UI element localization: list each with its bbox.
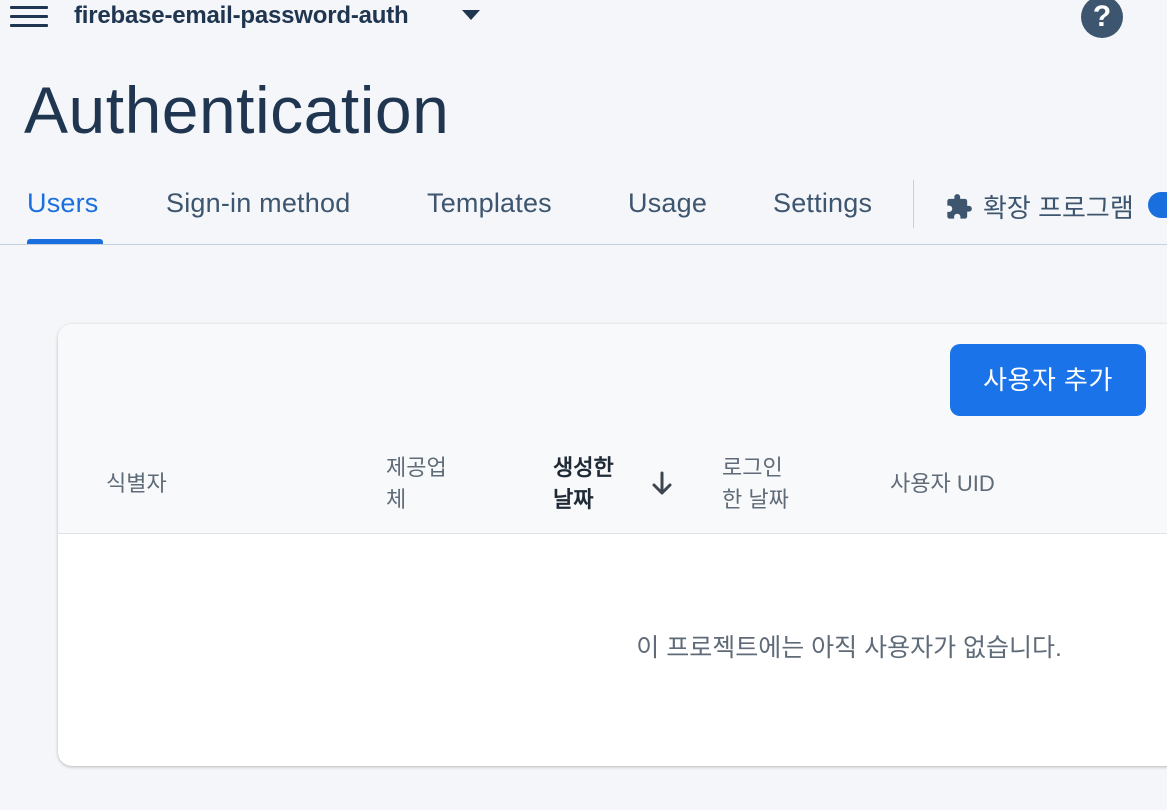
column-header-line: 제공업 (386, 455, 447, 480)
column-header-line: 생성한 (553, 455, 614, 480)
tab-extensions[interactable]: 확장 프로그램 (945, 188, 1134, 225)
column-header-signed-in[interactable]: 로그인 한 날짜 (722, 452, 789, 516)
tab-extensions-label: 확장 프로그램 (983, 193, 1134, 223)
tab-users[interactable]: Users (27, 188, 99, 219)
column-header-line: 식별자 (106, 471, 167, 496)
chevron-down-icon[interactable] (462, 10, 480, 20)
project-selector[interactable]: firebase-email-password-auth (74, 0, 409, 32)
column-header-line: 체 (386, 487, 407, 512)
help-icon[interactable]: ? (1081, 0, 1123, 38)
users-card: 사용자 추가 식별자 제공업 체 생성한 날짜 로그인 한 날짜 사용자 UID… (58, 324, 1167, 766)
top-bar: firebase-email-password-auth ? (0, 0, 1167, 38)
puzzle-icon (947, 194, 972, 219)
tab-sign-in-method[interactable]: Sign-in method (166, 188, 350, 219)
arrow-down-icon[interactable] (650, 470, 674, 498)
extensions-badge (1148, 192, 1167, 218)
column-header-line: 사용자 UID (890, 471, 995, 496)
page-title: Authentication (24, 73, 450, 147)
hamburger-menu-icon[interactable] (10, 4, 48, 30)
tab-bar: Users Sign-in method Templates Usage Set… (0, 170, 1167, 245)
column-header-line: 날짜 (553, 487, 594, 512)
column-header-identifier[interactable]: 식별자 (106, 468, 167, 500)
tab-templates[interactable]: Templates (427, 188, 552, 219)
empty-state-message: 이 프로젝트에는 아직 사용자가 없습니다. (636, 634, 1062, 662)
add-user-button[interactable]: 사용자 추가 (950, 344, 1146, 416)
active-tab-indicator (27, 239, 103, 244)
column-header-user-uid[interactable]: 사용자 UID (890, 468, 995, 500)
tab-settings[interactable]: Settings (773, 188, 872, 219)
column-header-created[interactable]: 생성한 날짜 (553, 452, 614, 516)
tab-usage[interactable]: Usage (628, 188, 707, 219)
tab-divider (913, 180, 914, 228)
column-header-line: 로그인 (722, 455, 783, 480)
column-header-provider[interactable]: 제공업 체 (386, 452, 447, 516)
column-header-line: 한 날짜 (722, 487, 789, 512)
